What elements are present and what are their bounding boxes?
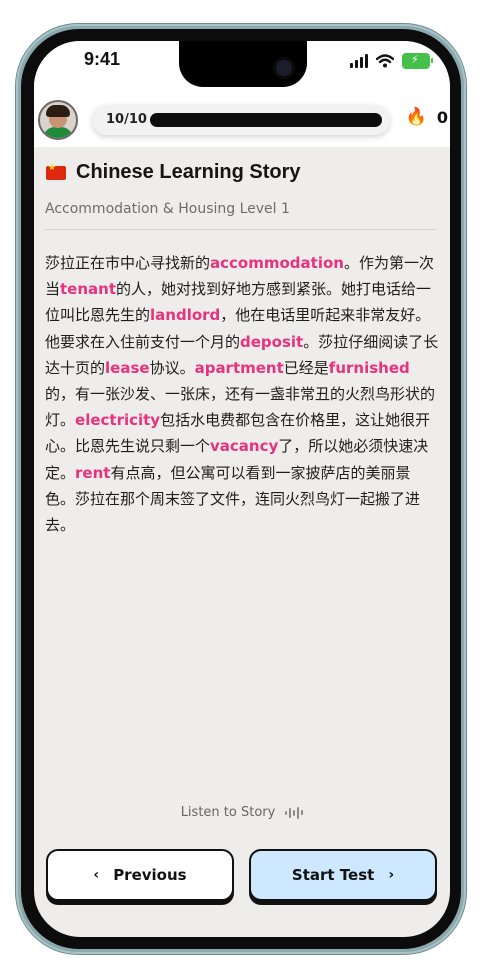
chevron-left-icon: ‹ [93,867,100,883]
story-text-segment: 协议。 [149,358,195,377]
vocab-keyword[interactable]: deposit [240,333,303,351]
listen-label: Listen to Story [180,805,276,820]
start-test-button[interactable]: Start Test › [249,849,437,901]
vocab-keyword[interactable]: accommodation [210,254,344,272]
fire-icon: 🔥 [405,107,427,127]
app-screen: 9:41 ⚡ 10/10 🔥 0 ★ Chinese Learning Stor… [34,41,450,937]
progress-bar [150,113,382,127]
start-test-label: Start Test [291,866,375,884]
previous-label: Previous [113,866,187,884]
listen-to-story-button[interactable]: Listen to Story [34,805,450,820]
battery-charging-icon: ⚡ [402,53,433,69]
previous-button[interactable]: ‹ Previous [46,849,234,901]
status-time: 9:41 [84,49,121,69]
china-flag-icon [46,163,66,180]
vocab-keyword[interactable]: lease [105,359,150,377]
status-icons: ⚡ [350,53,433,69]
divider [45,229,437,230]
streak-count: 0 [436,107,448,127]
user-avatar[interactable] [38,100,78,140]
vocab-keyword[interactable]: landlord [150,306,220,324]
story-text-segment: 莎拉正在市中心寻找新的 [45,254,211,272]
story-title-row: Chinese Learning Story [46,161,301,184]
audio-wave-icon [285,806,304,819]
vocab-keyword[interactable]: furnished [329,359,410,377]
vocab-keyword[interactable]: apartment [195,359,284,377]
camera-icon [273,57,295,79]
story-text-segment: 已经是 [283,358,329,377]
status-bar: 9:41 ⚡ [34,41,450,99]
vocab-keyword[interactable]: vacancy [210,437,278,455]
chevron-right-icon: › [388,867,395,883]
story-title: Chinese Learning Story [76,161,301,183]
dynamic-island [179,41,307,87]
progress-count: 10/10 [106,112,147,127]
vocab-keyword[interactable]: rent [75,464,110,482]
story-text: 莎拉正在市中心寻找新的accommodation。作为第一次当tenant的人，… [45,250,439,538]
cellular-signal-icon [350,54,368,68]
streak-counter: 🔥 0 [406,107,448,127]
wifi-icon [376,54,394,68]
progress-bar-fill [150,113,382,127]
progress-indicator: 10/10 [92,105,390,135]
lesson-header: 10/10 🔥 0 [34,99,450,147]
vocab-keyword[interactable]: tenant [60,280,116,298]
vocab-keyword[interactable]: electricity [75,411,160,429]
story-subtitle: Accommodation & Housing Level 1 [45,201,290,217]
